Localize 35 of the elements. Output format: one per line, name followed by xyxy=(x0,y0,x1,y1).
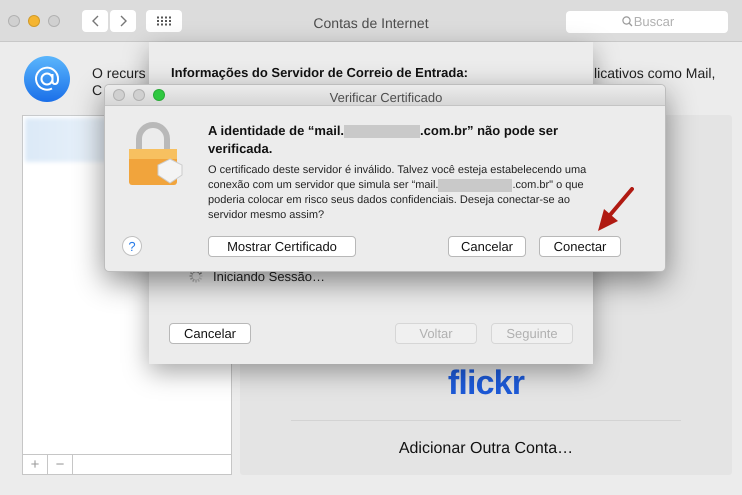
dialog-button[interactable]: Cancelar xyxy=(448,236,526,257)
intro-text: C xyxy=(92,81,102,100)
remove-button[interactable]: − xyxy=(48,455,73,474)
minimize-button[interactable] xyxy=(28,14,40,26)
search-icon xyxy=(622,16,633,27)
status-text: Iniciando Sessão… xyxy=(213,268,326,286)
sheet-button[interactable]: Cancelar xyxy=(169,323,251,344)
intro-text: licativos como Mail, xyxy=(594,64,716,83)
chevron-left-icon xyxy=(90,14,100,28)
window-title: Contas de Internet xyxy=(312,14,430,33)
spinner-icon xyxy=(189,269,203,283)
back-button[interactable] xyxy=(82,10,108,32)
flickr-logo[interactable]: flickr xyxy=(448,366,524,406)
chevron-right-icon xyxy=(118,14,128,28)
grid-view-button[interactable] xyxy=(146,10,182,32)
dialog-title: Verificar Certificado xyxy=(328,89,444,107)
minimize-button[interactable] xyxy=(133,89,145,101)
zoom-button[interactable] xyxy=(48,14,60,26)
help-button[interactable]: ? xyxy=(122,236,142,256)
close-button[interactable] xyxy=(8,14,20,26)
dialog-heading: A identidade de “mail. .com.br” não pode ser verificada. xyxy=(208,122,560,158)
close-button[interactable] xyxy=(113,89,125,101)
padlock-icon xyxy=(127,121,185,187)
sheet-title: Informações do Servidor de Correio de Entrada: xyxy=(171,64,468,82)
forward-button[interactable] xyxy=(110,10,136,32)
grid-icon xyxy=(156,16,172,26)
search-field[interactable]: Buscar xyxy=(566,10,728,32)
dialog-button[interactable]: Mostrar Certificado xyxy=(208,236,356,257)
dialog-button[interactable]: Conectar xyxy=(539,236,621,257)
dialog-message: O certificado deste servidor é inválido. Talvez você esteja estabelecendo uma conexão com um servidor que simula ser “mail. .com.br" o que poderia colocar em risco seus dados confidenciais. Deseja conectar-se ao servidor mesmo assim? xyxy=(208,163,588,223)
at-sign-icon xyxy=(24,56,70,102)
zoom-button[interactable] xyxy=(153,89,165,101)
add-account-option[interactable]: Adicionar Outra Conta… xyxy=(398,437,574,461)
intro-text: O recurs xyxy=(92,64,146,83)
add-button[interactable]: + xyxy=(23,455,48,474)
